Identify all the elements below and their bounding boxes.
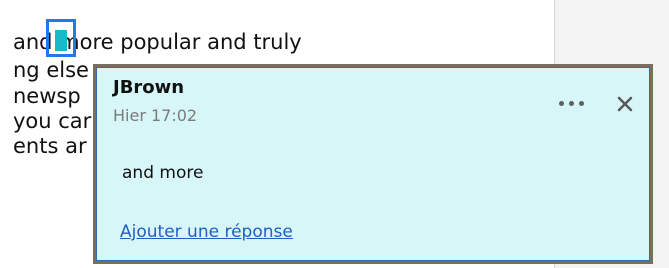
document-text-line: ng else — [13, 58, 89, 82]
ellipsis-icon — [559, 101, 564, 106]
comment-author: JBrown — [113, 77, 185, 98]
close-button[interactable] — [616, 95, 634, 113]
ellipsis-icon — [569, 101, 574, 106]
add-reply-link[interactable]: Ajouter une réponse — [120, 222, 293, 242]
more-options-button[interactable] — [556, 92, 590, 112]
comment-popup: JBrown Hier 17:02 and more Ajouter une r… — [93, 64, 653, 264]
document-text-line: ents ar — [13, 134, 87, 158]
document-text-line: newsp — [13, 84, 81, 108]
document-text-line: you car — [13, 109, 92, 133]
comment-timestamp: Hier 17:02 — [113, 106, 198, 125]
ellipsis-icon — [579, 101, 584, 106]
close-icon — [617, 96, 633, 112]
comment-body: and more — [122, 163, 204, 183]
comment-anchor-marker[interactable] — [46, 19, 76, 57]
